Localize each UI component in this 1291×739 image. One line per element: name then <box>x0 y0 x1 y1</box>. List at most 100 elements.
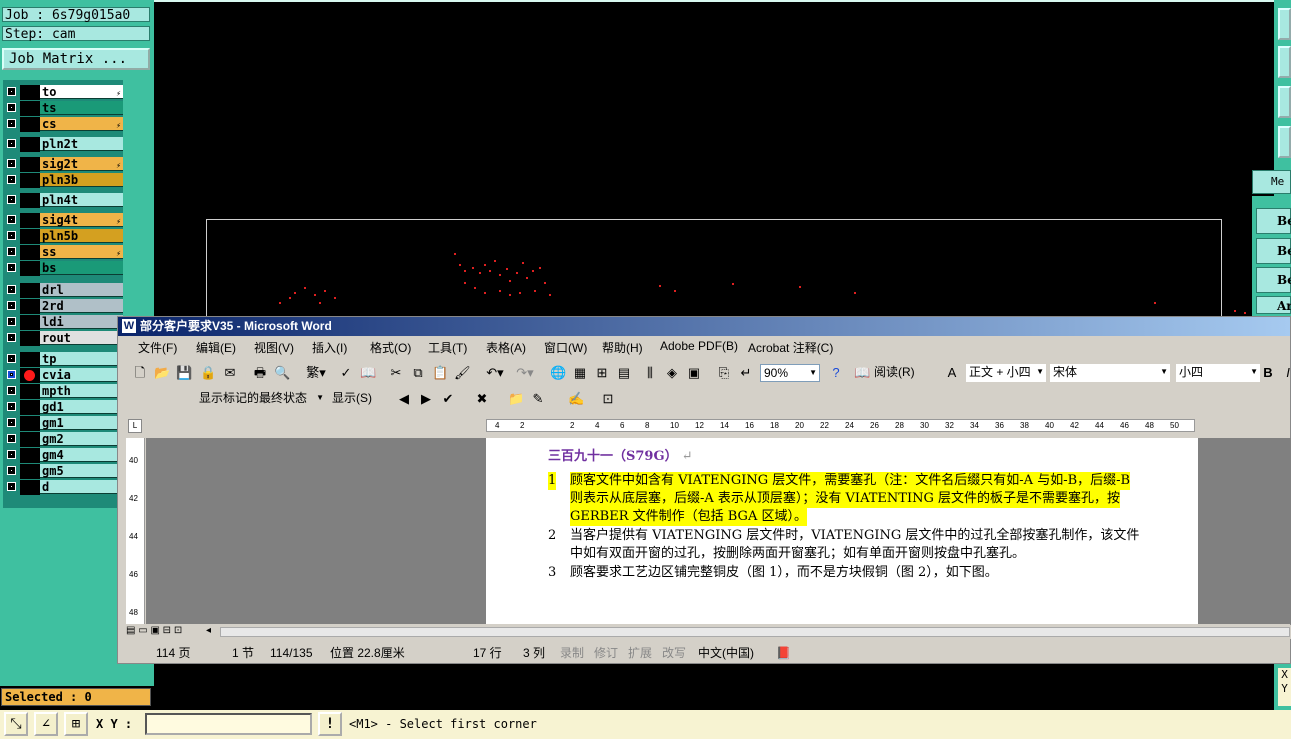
spelling-status-icon[interactable]: 📕 <box>776 643 791 663</box>
styles-icon[interactable]: A <box>944 365 960 381</box>
undo-icon[interactable]: ↶▾ <box>482 365 508 381</box>
right-tool-button-3[interactable] <box>1278 86 1291 118</box>
right-tool-button-4[interactable] <box>1278 126 1291 158</box>
scroll-track[interactable] <box>220 627 1290 637</box>
layer-name[interactable]: mpth <box>40 384 123 398</box>
layer-row-sig2t[interactable]: sig2t ⚡ <box>3 157 123 172</box>
layer-checkbox[interactable] <box>7 195 16 204</box>
layer-row-pln2t[interactable]: pln2t <box>3 137 123 152</box>
layer-checkbox[interactable] <box>7 301 16 310</box>
new-icon[interactable]: 🗋 <box>132 365 148 381</box>
layer-row-pln4t[interactable]: pln4t <box>3 193 123 208</box>
horizontal-scrollbar[interactable]: ▤ ▭ ▣ ⊟ ⊡ ◂ <box>126 625 1291 639</box>
layer-row-2rd[interactable]: 2rd <box>3 299 123 314</box>
alert-icon[interactable]: ! <box>318 712 342 736</box>
layer-row-gm1[interactable]: gm1 <box>3 416 123 431</box>
status-ext[interactable]: 扩展 <box>628 643 652 663</box>
menu-item[interactable]: 插入(I) <box>312 339 347 356</box>
right-list-item-3[interactable]: Be <box>1256 267 1291 293</box>
copy-icon[interactable]: ⧉ <box>410 365 426 381</box>
layer-name[interactable]: pln5b <box>40 229 123 243</box>
layer-name[interactable]: gm4 <box>40 448 123 462</box>
style-dropdown[interactable]: 正文 + 小四 ▼ <box>966 364 1046 382</box>
layer-name[interactable]: sig2t ⚡ <box>40 157 123 171</box>
hyperlink-icon[interactable]: 🌐 <box>550 365 566 381</box>
layer-name[interactable]: d <box>40 480 123 494</box>
layer-checkbox[interactable] <box>7 402 16 411</box>
layer-checkbox[interactable] <box>7 285 16 294</box>
horizontal-ruler[interactable]: 4 2 2 4 6 8 10 12 14 16 18 20 22 24 26 28 30 32 34 36 38 40 42… <box>486 419 1195 432</box>
layer-checkbox[interactable] <box>7 231 16 240</box>
cut-icon[interactable]: ✂ <box>388 365 404 381</box>
doc-map-icon[interactable]: ⎘ <box>716 365 732 381</box>
layer-row-pln5b[interactable]: pln5b <box>3 229 123 244</box>
layer-name[interactable]: gm2 <box>40 432 123 446</box>
layer-checkbox[interactable] <box>7 434 16 443</box>
layer-row-bs[interactable]: bs <box>3 261 123 276</box>
menu-item[interactable]: 工具(T) <box>428 339 467 356</box>
save-icon[interactable]: 💾 <box>176 365 192 381</box>
drawing-icon[interactable]: ◈ <box>664 365 680 381</box>
layer-name[interactable]: gm1 <box>40 416 123 430</box>
help-icon[interactable]: ? <box>828 365 844 381</box>
layer-checkbox[interactable] <box>7 333 16 342</box>
highlight-icon[interactable]: ✎ <box>530 391 546 407</box>
layer-row-gd1[interactable]: gd1⚡ <box>3 400 123 415</box>
scroll-left-icon[interactable]: ◂ <box>206 625 211 636</box>
open-icon[interactable]: 📂 <box>154 365 170 381</box>
markup-state-dropdown[interactable]: 显示标记的最终状态 ▼ <box>196 390 326 408</box>
layer-name[interactable]: pln2t <box>40 137 123 151</box>
layer-checkbox[interactable] <box>7 247 16 256</box>
italic-icon[interactable]: I <box>1280 365 1291 381</box>
menu-item[interactable]: 表格(A) <box>486 339 526 356</box>
reject-change-icon[interactable]: ✖ <box>474 391 490 407</box>
layer-row-mpth[interactable]: mpth <box>3 384 123 399</box>
layer-name[interactable]: bs <box>40 261 123 275</box>
layer-name[interactable]: cs ⚡ <box>40 117 123 131</box>
layer-row-ldi[interactable]: ldi <box>3 315 123 330</box>
prev-change-icon[interactable]: ◀ <box>396 391 412 407</box>
menu-item[interactable]: Adobe PDF(B) <box>660 339 738 353</box>
layer-checkbox[interactable] <box>7 215 16 224</box>
layer-row-gm4[interactable]: gm4 <box>3 448 123 463</box>
right-tool-button-1[interactable] <box>1278 8 1291 40</box>
layer-checkbox[interactable] <box>7 386 16 395</box>
right-tool-button-2[interactable] <box>1278 46 1291 78</box>
layer-checkbox[interactable] <box>7 139 16 148</box>
layer-row-gm5[interactable]: gm5 <box>3 464 123 479</box>
xy-input[interactable] <box>145 713 312 735</box>
layer-checkbox[interactable] <box>7 175 16 184</box>
right-list-item-4[interactable]: Ar <box>1256 296 1291 314</box>
layer-name[interactable]: pln3b <box>40 173 123 187</box>
insert-excel-icon[interactable]: ▤ <box>616 365 632 381</box>
layer-row-tp[interactable]: tp <box>3 352 123 367</box>
word-titlebar[interactable]: W 部分客户要求V35 - Microsoft Word <box>118 317 1290 336</box>
menu-item[interactable]: 视图(V) <box>254 339 294 356</box>
tables-borders-icon[interactable]: ▦ <box>572 365 588 381</box>
layer-checkbox[interactable] <box>7 418 16 427</box>
layer-name[interactable]: sig4t ⚡ <box>40 213 123 227</box>
menu-item[interactable]: 文件(F) <box>138 339 177 356</box>
layer-checkbox[interactable] <box>7 482 16 491</box>
layer-checkbox[interactable] <box>7 466 16 475</box>
layer-row-sig4t[interactable]: sig4t ⚡ <box>3 213 123 228</box>
menu-item[interactable]: 帮助(H) <box>602 339 643 356</box>
bold-icon[interactable]: B <box>1260 365 1276 381</box>
layer-name[interactable]: rout <box>40 331 123 345</box>
layer-row-drl[interactable]: drl <box>3 283 123 298</box>
layer-name[interactable]: cvia <box>40 368 123 382</box>
layer-checkbox[interactable] <box>7 263 16 272</box>
zoom-dropdown[interactable]: 90% ▼ <box>760 364 820 382</box>
right-list-item-2[interactable]: Be <box>1256 238 1291 264</box>
redo-icon[interactable]: ↷▾ <box>512 365 538 381</box>
status-rec[interactable]: 录制 <box>560 643 584 663</box>
format-painter-icon[interactable]: 🖌 <box>454 365 471 381</box>
layer-checkbox[interactable] <box>7 450 16 459</box>
menu-item[interactable]: 窗口(W) <box>544 339 587 356</box>
layer-name[interactable]: gm5 <box>40 464 123 478</box>
comment-icon[interactable]: 📁 <box>508 391 524 407</box>
layer-row-pln3b[interactable]: pln3b <box>3 173 123 188</box>
layer-row-d[interactable]: d <box>3 480 123 495</box>
layer-name[interactable]: to ⚡ <box>40 85 123 99</box>
layer-checkbox[interactable] <box>7 103 16 112</box>
